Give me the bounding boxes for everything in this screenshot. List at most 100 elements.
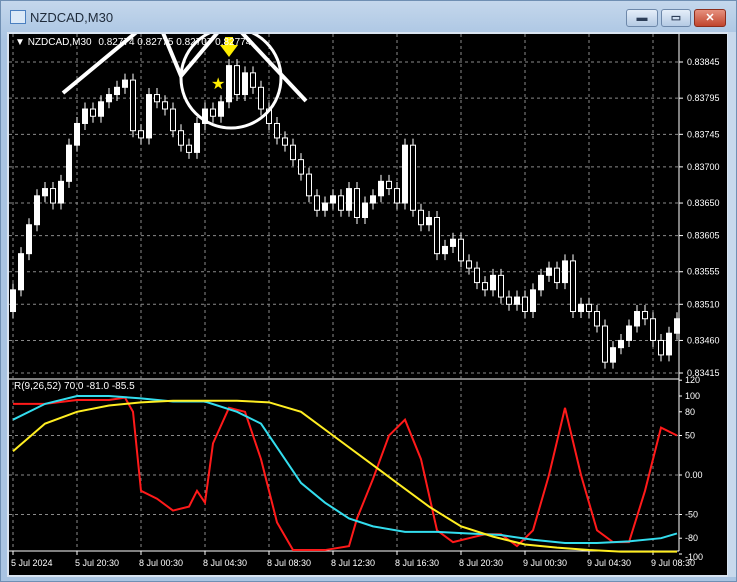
bull-candle bbox=[530, 289, 536, 313]
price-label: 0.83555 bbox=[687, 267, 720, 277]
time-label: 8 Jul 12:30 bbox=[331, 558, 375, 568]
bear-candle bbox=[642, 311, 648, 320]
bear-candle bbox=[554, 267, 560, 284]
bull-candle bbox=[330, 195, 336, 204]
maximize-button[interactable]: ▭ bbox=[661, 9, 691, 27]
minimize-icon: ▬ bbox=[636, 12, 648, 24]
vertical-scrollbar[interactable] bbox=[728, 32, 736, 577]
bear-candle bbox=[418, 209, 424, 226]
price-label: 0.83700 bbox=[687, 162, 720, 172]
bear-candle bbox=[154, 94, 160, 103]
bull-candle bbox=[58, 180, 64, 204]
bear-candle bbox=[506, 296, 512, 305]
bear-candle bbox=[482, 282, 488, 291]
bull-candle bbox=[666, 332, 672, 356]
bear-candle bbox=[298, 159, 304, 175]
maximize-icon: ▭ bbox=[670, 12, 682, 24]
symbol-label: NZDCAD,M30 bbox=[27, 37, 92, 48]
time-label: 5 Jul 20:30 bbox=[75, 558, 119, 568]
time-label: 5 Jul 2024 bbox=[11, 558, 53, 568]
bear-candle bbox=[162, 101, 168, 110]
window-title: NZDCAD,M30 bbox=[30, 10, 114, 25]
bear-candle bbox=[474, 267, 480, 284]
time-label: 8 Jul 00:30 bbox=[139, 558, 183, 568]
bull-candle bbox=[194, 122, 200, 153]
bull-candle bbox=[106, 94, 112, 103]
bear-candle bbox=[90, 108, 96, 117]
bull-candle bbox=[538, 274, 544, 291]
bull-candle bbox=[514, 296, 520, 305]
bull-candle bbox=[122, 79, 128, 88]
price-label: 0.83745 bbox=[687, 129, 720, 139]
bear-candle bbox=[130, 79, 136, 132]
bull-candle bbox=[634, 311, 640, 327]
star-icon: ★ bbox=[211, 76, 225, 93]
bear-candle bbox=[50, 188, 56, 204]
indicator-tick-label: -50 bbox=[685, 510, 698, 520]
bear-candle bbox=[570, 260, 576, 313]
bear-candle bbox=[458, 238, 464, 262]
bear-candle bbox=[338, 195, 344, 211]
bull-candle bbox=[378, 180, 384, 197]
price-label: 0.83605 bbox=[687, 231, 720, 241]
bull-candle bbox=[362, 202, 368, 218]
bull-candle bbox=[426, 217, 432, 226]
bull-candle bbox=[18, 253, 24, 291]
bull-candle bbox=[82, 108, 88, 124]
chart-header: ▼ NZDCAD,M30 0.82774 0.82775 0.82707 0.8… bbox=[15, 37, 251, 48]
bull-candle bbox=[42, 188, 48, 197]
bull-candle bbox=[146, 94, 152, 139]
bear-candle bbox=[586, 303, 592, 313]
close-button[interactable]: ✕ bbox=[694, 9, 726, 27]
bear-candle bbox=[138, 130, 144, 139]
close-icon: ✕ bbox=[705, 12, 715, 24]
bear-candle bbox=[306, 173, 312, 197]
bull-candle bbox=[242, 72, 248, 96]
bull-candle bbox=[34, 195, 40, 226]
bear-candle bbox=[522, 296, 528, 313]
price-label: 0.83510 bbox=[687, 299, 720, 309]
indicator-tick-label: 80 bbox=[685, 407, 695, 417]
indicator-tick-label: 120 bbox=[685, 375, 700, 385]
bull-candle bbox=[370, 195, 376, 204]
bear-candle bbox=[274, 122, 280, 139]
bear-candle bbox=[434, 217, 440, 255]
bear-candle bbox=[466, 260, 472, 269]
bear-candle bbox=[594, 311, 600, 327]
time-label: 9 Jul 04:30 bbox=[587, 558, 631, 568]
indicator-tick-label: -80 bbox=[685, 533, 698, 543]
bull-candle bbox=[66, 144, 72, 182]
price-label: 0.83845 bbox=[687, 57, 720, 67]
price-label: 0.83650 bbox=[687, 198, 720, 208]
bear-candle bbox=[250, 72, 256, 88]
time-label: 8 Jul 08:30 bbox=[267, 558, 311, 568]
bull-candle bbox=[578, 303, 584, 313]
chart-canvas[interactable]: 5 Jul 2024 5 Jul 20:30 8 Jul 00:30 8 Jul 04… bbox=[9, 34, 727, 575]
bull-candle bbox=[226, 65, 232, 103]
price-label: 0.83795 bbox=[687, 93, 720, 103]
minimize-button[interactable]: ▬ bbox=[626, 9, 658, 27]
chart-area[interactable]: 5 Jul 2024 5 Jul 20:30 8 Jul 00:30 8 Jul 04… bbox=[7, 32, 729, 577]
bull-candle bbox=[10, 289, 16, 313]
title-bar[interactable]: NZDCAD,M30 ▬ ▭ ✕ bbox=[1, 1, 736, 33]
time-label: 8 Jul 20:30 bbox=[459, 558, 503, 568]
bull-candle bbox=[546, 267, 552, 276]
bull-candle bbox=[562, 260, 568, 284]
bear-candle bbox=[314, 195, 320, 211]
bear-candle bbox=[258, 86, 264, 110]
bear-candle bbox=[410, 144, 416, 211]
indicator-line-r26 bbox=[12, 395, 678, 544]
bear-candle bbox=[210, 108, 216, 117]
bear-candle bbox=[234, 65, 240, 96]
bull-candle bbox=[346, 188, 352, 211]
indicator-tick-label: -100 bbox=[685, 552, 703, 562]
bull-candle bbox=[218, 101, 224, 117]
chart-window-icon bbox=[10, 10, 26, 24]
indicator-line-r9 bbox=[13, 396, 678, 552]
bull-candle bbox=[450, 238, 456, 247]
bear-candle bbox=[290, 144, 296, 161]
bull-candle bbox=[74, 122, 80, 146]
header-menu-triangle-icon[interactable]: ▼ bbox=[15, 37, 25, 48]
bear-candle bbox=[186, 144, 192, 153]
bull-candle bbox=[674, 318, 680, 334]
